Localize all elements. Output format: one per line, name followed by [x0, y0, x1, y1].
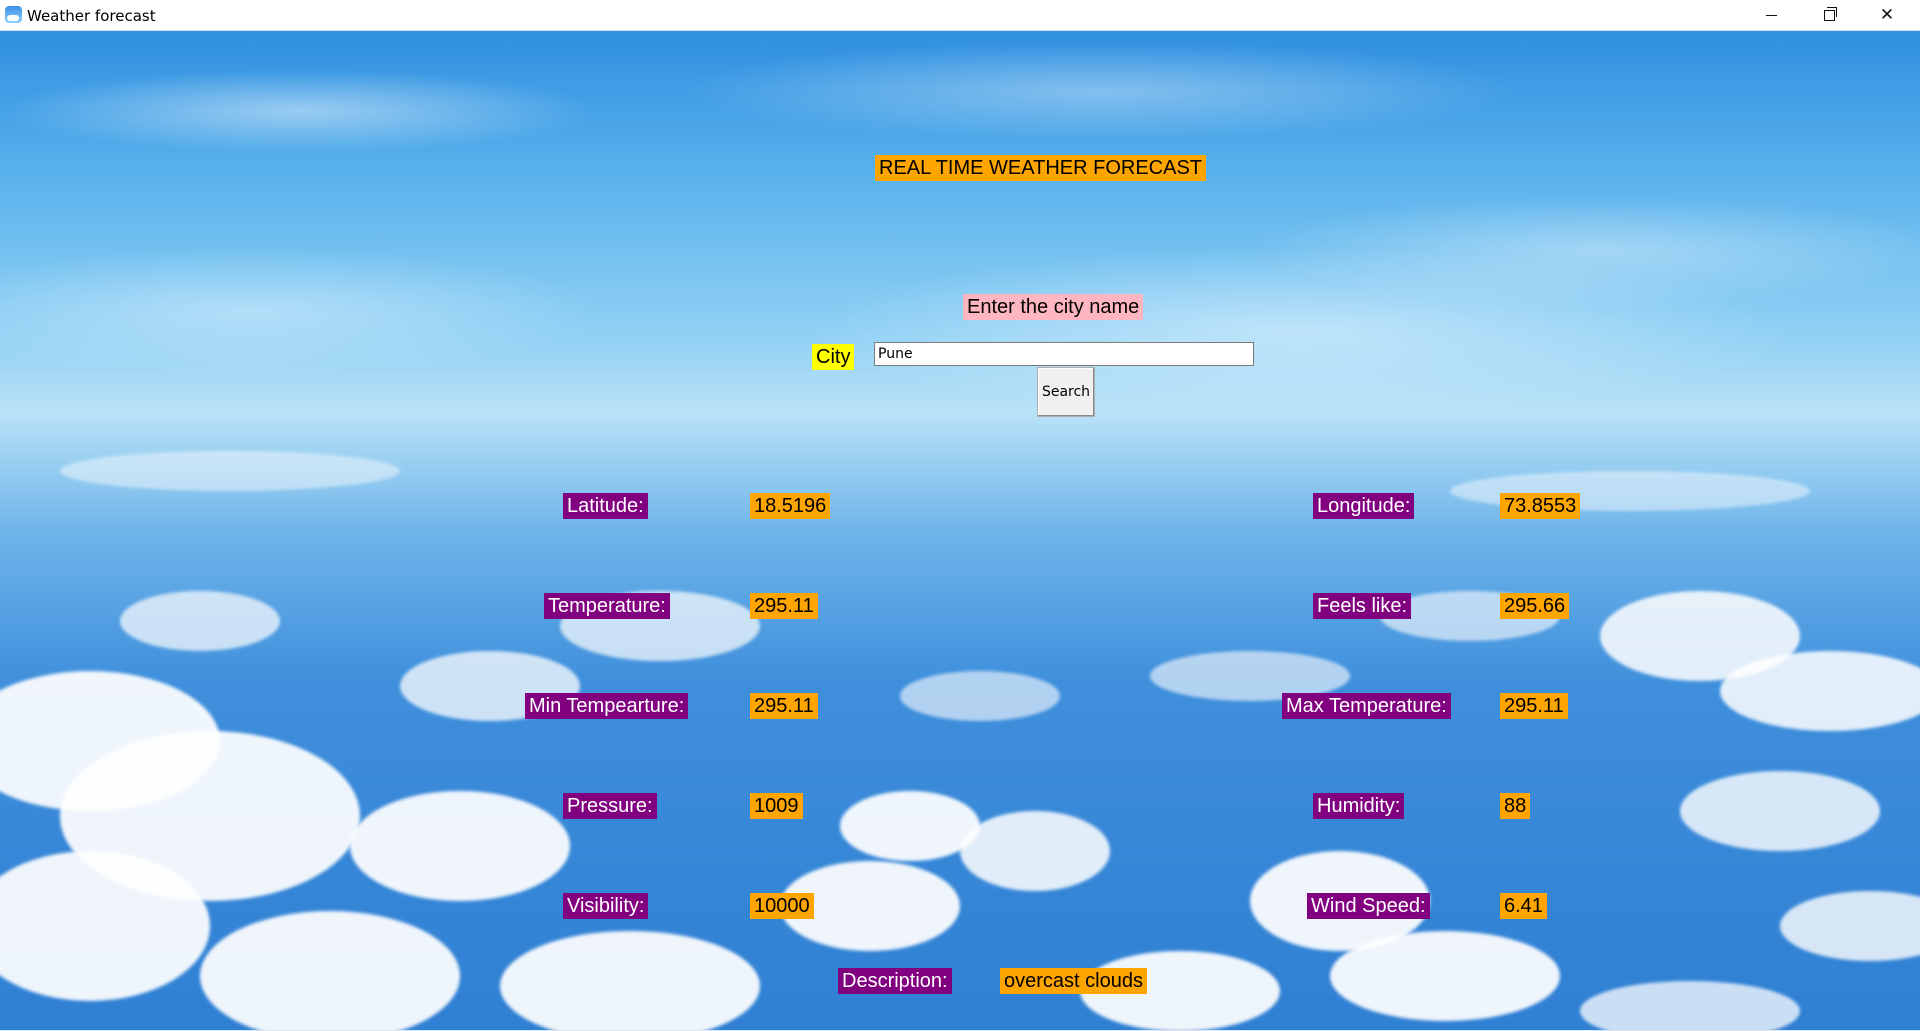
latitude-label: Latitude: — [563, 493, 648, 519]
longitude-label: Longitude: — [1313, 493, 1415, 519]
window-title-bar: Weather forecast ✕ — [0, 0, 1920, 31]
wind-speed-label: Wind Speed: — [1307, 893, 1430, 919]
wind-speed-value: 6.41 — [1500, 893, 1547, 919]
search-button[interactable]: Search — [1037, 367, 1095, 417]
pressure-label: Pressure: — [563, 793, 657, 819]
pressure-value: 1009 — [750, 793, 803, 819]
sky-background — [0, 31, 1920, 1031]
feels-like-label: Feels like: — [1313, 593, 1412, 619]
humidity-label: Humidity: — [1313, 793, 1405, 819]
visibility-value: 10000 — [750, 893, 814, 919]
description-label: Description: — [838, 968, 952, 994]
temperature-value: 295.11 — [750, 593, 818, 619]
window-title: Weather forecast — [27, 7, 156, 25]
weather-app-icon — [5, 6, 22, 23]
city-input[interactable] — [874, 342, 1254, 366]
city-prompt-label: Enter the city name — [963, 294, 1144, 320]
restore-button[interactable] — [1800, 0, 1858, 30]
minimize-icon — [1765, 14, 1777, 16]
humidity-value: 88 — [1500, 793, 1531, 819]
city-label: City — [812, 344, 855, 370]
visibility-label: Visibility: — [563, 893, 649, 919]
restore-icon — [1823, 6, 1837, 21]
min-temperature-label: Min Tempearture: — [525, 693, 689, 719]
longitude-value: 73.8553 — [1500, 493, 1581, 519]
min-temperature-value: 295.11 — [750, 693, 818, 719]
minimize-button[interactable] — [1742, 0, 1800, 30]
close-button[interactable]: ✕ — [1858, 0, 1916, 30]
max-temperature-label: Max Temperature: — [1282, 693, 1451, 719]
temperature-label: Temperature: — [544, 593, 670, 619]
app-heading: REAL TIME WEATHER FORECAST — [875, 155, 1206, 181]
close-icon: ✕ — [1879, 5, 1895, 25]
description-value: overcast clouds — [1000, 968, 1147, 994]
max-temperature-value: 295.11 — [1500, 693, 1568, 719]
feels-like-value: 295.66 — [1500, 593, 1570, 619]
latitude-value: 18.5196 — [750, 493, 831, 519]
